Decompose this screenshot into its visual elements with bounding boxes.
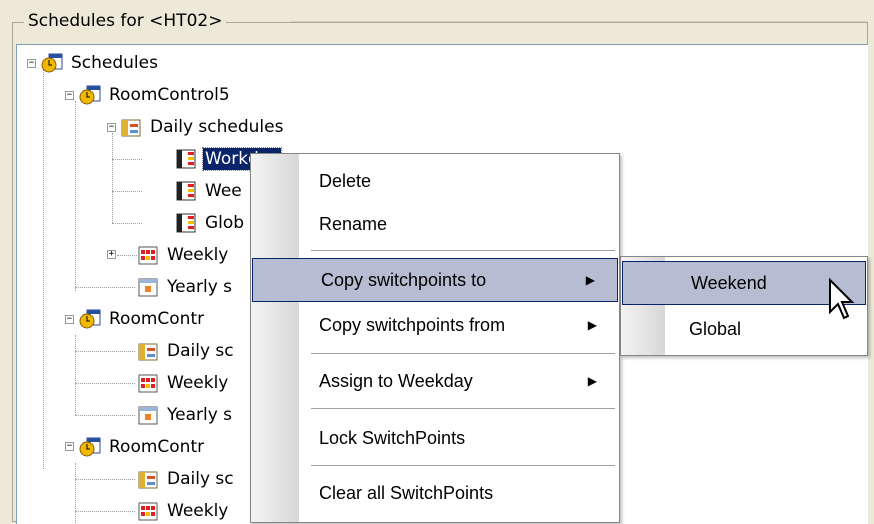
tree-node-yearly[interactable]: Yearly s bbox=[137, 274, 234, 300]
clock-schedule-icon bbox=[41, 53, 63, 73]
mouse-pointer-icon bbox=[829, 278, 855, 320]
daily-schedule-icon bbox=[138, 471, 158, 489]
weekly-schedule-icon bbox=[138, 374, 158, 393]
tree-node-roomcontrol[interactable]: RoomContr bbox=[79, 434, 206, 460]
tree-line bbox=[75, 351, 135, 352]
switchpoint-list-icon bbox=[176, 213, 196, 233]
tree-line bbox=[112, 159, 142, 160]
weekly-schedule-icon bbox=[138, 502, 158, 521]
switchpoint-list-icon bbox=[176, 181, 196, 201]
groupbox-top-line bbox=[290, 21, 868, 22]
tree-node-weekly[interactable]: Weekly bbox=[137, 498, 230, 524]
weekly-schedule-icon bbox=[138, 246, 158, 265]
clock-schedule-icon bbox=[79, 85, 101, 105]
tree-node-weekend[interactable]: Wee bbox=[175, 178, 244, 204]
tree-node-roomcontrol[interactable]: RoomContr bbox=[79, 306, 206, 332]
yearly-schedule-icon bbox=[138, 406, 158, 425]
daily-schedule-icon bbox=[138, 343, 158, 361]
tree-node-global[interactable]: Glob bbox=[175, 210, 246, 236]
menu-item-assign-to-weekday[interactable]: Assign to Weekday ▶ bbox=[251, 359, 619, 403]
groupbox-label: Schedules for <HT02> bbox=[24, 10, 227, 32]
menu-separator bbox=[311, 353, 615, 354]
tree-node-daily-schedules[interactable]: Daily schedules bbox=[120, 114, 285, 140]
tree-line bbox=[75, 383, 135, 384]
tree-line bbox=[43, 69, 44, 469]
clock-schedule-icon bbox=[79, 309, 101, 329]
menu-separator bbox=[311, 408, 615, 409]
daily-schedule-icon bbox=[121, 119, 141, 137]
menu-item-clear-all-switchpoints[interactable]: Clear all SwitchPoints bbox=[251, 471, 619, 515]
tree-line bbox=[75, 463, 76, 523]
tree-node-weekly[interactable]: Weekly bbox=[137, 242, 230, 268]
menu-item-rename[interactable]: Rename bbox=[251, 202, 619, 246]
tree-line bbox=[117, 255, 137, 256]
menu-separator bbox=[311, 465, 615, 466]
tree-line bbox=[112, 223, 142, 224]
tree-line bbox=[75, 335, 76, 415]
tree-line bbox=[75, 101, 76, 291]
submenu-arrow-icon: ▶ bbox=[585, 273, 595, 287]
menu-item-lock-switchpoints[interactable]: Lock SwitchPoints bbox=[251, 416, 619, 460]
tree-line bbox=[112, 133, 113, 223]
tree-line bbox=[75, 287, 135, 288]
collapse-toggle[interactable]: − bbox=[107, 123, 116, 132]
collapse-toggle[interactable]: − bbox=[65, 442, 74, 451]
collapse-toggle[interactable]: − bbox=[65, 91, 74, 100]
tree-node-daily-schedules[interactable]: Daily sc bbox=[137, 338, 236, 364]
tree-line bbox=[75, 479, 135, 480]
context-menu: Delete Rename Copy switchpoints to ▶ Cop… bbox=[250, 153, 620, 523]
tree-node-roomcontrol[interactable]: RoomControl5 bbox=[79, 82, 232, 108]
yearly-schedule-icon bbox=[138, 278, 158, 297]
expand-toggle[interactable]: + bbox=[107, 250, 116, 259]
switchpoint-list-icon bbox=[176, 149, 196, 169]
clock-schedule-icon bbox=[79, 437, 101, 457]
menu-item-copy-switchpoints-to[interactable]: Copy switchpoints to ▶ bbox=[252, 258, 618, 302]
submenu-arrow-icon: ▶ bbox=[587, 318, 597, 332]
menu-item-copy-switchpoints-from[interactable]: Copy switchpoints from ▶ bbox=[251, 303, 619, 347]
tree-node-schedules[interactable]: Schedules bbox=[41, 50, 160, 76]
menu-item-delete[interactable]: Delete bbox=[251, 159, 619, 203]
menu-separator bbox=[311, 250, 615, 251]
submenu-arrow-icon: ▶ bbox=[587, 374, 597, 388]
collapse-toggle[interactable]: − bbox=[27, 59, 36, 68]
tree-line bbox=[75, 511, 135, 512]
tree-node-yearly[interactable]: Yearly s bbox=[137, 402, 234, 428]
tree-line bbox=[75, 415, 135, 416]
tree-line bbox=[112, 191, 142, 192]
tree-node-daily-schedules[interactable]: Daily sc bbox=[137, 466, 236, 492]
collapse-toggle[interactable]: − bbox=[65, 315, 74, 324]
tree-node-weekly[interactable]: Weekly bbox=[137, 370, 230, 396]
